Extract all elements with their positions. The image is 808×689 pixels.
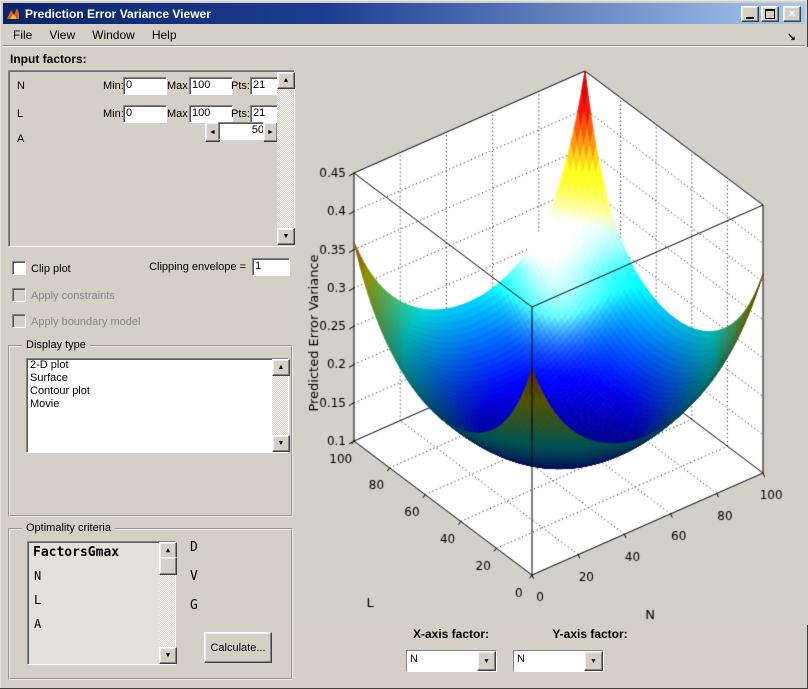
display-type-option[interactable]: Contour plot (27, 385, 288, 398)
apply-boundary-checkbox (12, 314, 26, 328)
scroll-up-button[interactable]: ▲ (277, 72, 295, 89)
close-icon: × (789, 9, 795, 19)
max-input[interactable]: 100 (189, 77, 233, 95)
close-button[interactable]: × (783, 6, 801, 22)
y-axis-factor-label: Y-axis factor: (530, 627, 650, 641)
display-type-option[interactable]: Movie (27, 398, 288, 411)
scroll-up-button[interactable]: ▲ (272, 359, 290, 376)
criterion-v-label: V (190, 569, 198, 584)
display-type-label: Display type (22, 339, 90, 351)
x-axis-factor-select[interactable]: N ▼ (406, 650, 497, 672)
scroll-down-icon: ▼ (283, 233, 290, 240)
optimality-factor[interactable]: L (34, 593, 41, 607)
max-label: Max (167, 80, 188, 92)
combo-arrow-icon: ▼ (483, 658, 490, 665)
factor-name: A (17, 133, 24, 145)
clipping-envelope-input[interactable]: 1 (252, 258, 290, 276)
right-arrow-icon: ► (267, 129, 274, 136)
min-label: Min: (103, 80, 124, 92)
pts-label: Pts: (231, 108, 250, 120)
max-label: Max (167, 108, 188, 120)
input-factors-label: Input factors: (10, 52, 87, 66)
optimality-criteria-group: Optimality criteria FactorsGmax N L A ▲ … (8, 528, 293, 680)
x-axis-factor-label: X-axis factor: (404, 627, 498, 641)
optimality-scrollbar[interactable]: ▲ ▼ (159, 542, 175, 664)
minimize-button[interactable] (741, 6, 759, 22)
display-type-option[interactable]: 2-D plot (27, 359, 288, 372)
menu-view[interactable]: View (42, 26, 82, 44)
min-input[interactable]: 0 (123, 77, 167, 95)
minimize-icon (746, 17, 754, 19)
display-type-group: Display type 2-D plot Surface Contour pl… (8, 345, 293, 517)
optimality-listbox: FactorsGmax N L A ▲ ▼ (27, 541, 176, 665)
y-axis-factor-select[interactable]: N ▼ (513, 650, 604, 672)
menu-window[interactable]: Window (85, 26, 142, 44)
slider-right-arrow[interactable]: ► (263, 122, 278, 142)
display-type-listbox: 2-D plot Surface Contour plot Movie ▲ ▼ (26, 358, 289, 453)
menu-file[interactable]: File (6, 26, 39, 44)
min-label: Min: (103, 108, 124, 120)
factor-name: N (17, 80, 25, 92)
y-axis-dropdown-button[interactable]: ▼ (584, 651, 603, 671)
scroll-down-icon: ▼ (278, 440, 285, 447)
max-input[interactable]: 100 (189, 105, 233, 123)
apply-boundary-label: Apply boundary model (31, 316, 140, 328)
scroll-up-icon: ▲ (283, 77, 290, 84)
scroll-up-icon: ▲ (166, 547, 170, 554)
calculate-button[interactable]: Calculate... (204, 632, 272, 663)
scroll-down-icon: ▼ (166, 652, 170, 659)
factor-name: L (17, 108, 23, 120)
scroll-up-icon: ▲ (278, 364, 285, 371)
display-type-option[interactable]: Surface (27, 372, 288, 385)
maximize-icon (765, 9, 775, 19)
matlab-icon (6, 7, 21, 21)
pts-input[interactable]: 21 (250, 77, 278, 95)
optimality-criteria-label: Optimality criteria (22, 522, 115, 534)
clip-plot-checkbox[interactable] (12, 261, 26, 275)
y-axis-factor-value[interactable]: N (514, 651, 586, 671)
x-axis-dropdown-button[interactable]: ▼ (477, 651, 496, 671)
pts-input[interactable]: 21 (250, 105, 278, 123)
clip-plot-label: Clip plot (31, 263, 71, 275)
optimality-factor[interactable]: A (34, 617, 41, 631)
title-bar: Prediction Error Variance Viewer × (3, 3, 805, 24)
apply-constraints-label: Apply constraints (31, 290, 115, 302)
dock-figure-icon[interactable]: ↘ (787, 31, 796, 44)
scroll-down-button[interactable]: ▼ (277, 228, 295, 245)
maximize-button[interactable] (761, 6, 779, 22)
slider-value[interactable]: 50 (218, 122, 267, 140)
optimality-factor[interactable]: N (34, 569, 41, 583)
menu-help[interactable]: Help (145, 26, 184, 44)
optimality-list-header: FactorsGmax (33, 545, 119, 560)
pev-viewer-window: Prediction Error Variance Viewer × File … (0, 0, 808, 689)
scroll-down-button[interactable]: ▼ (159, 647, 177, 664)
menu-bar: File View Window Help (3, 24, 805, 46)
clipping-envelope-label: Clipping envelope = (128, 261, 246, 273)
display-type-scrollbar[interactable]: ▲ ▼ (272, 359, 288, 452)
scroll-thumb[interactable] (159, 557, 177, 575)
pev-surface-plot (300, 47, 808, 625)
left-arrow-icon: ◄ (209, 129, 216, 136)
criterion-g-label: G (190, 598, 198, 613)
x-axis-factor-value[interactable]: N (407, 651, 479, 671)
scroll-down-button[interactable]: ▼ (272, 435, 290, 452)
criterion-d-label: D (190, 540, 198, 555)
window-title: Prediction Error Variance Viewer (25, 7, 211, 21)
min-input[interactable]: 0 (123, 105, 167, 123)
apply-constraints-checkbox (12, 288, 26, 302)
input-factors-scrollbar[interactable]: ▲ ▼ (277, 72, 293, 245)
input-factors-panel: N Min: 0 Max 100 Pts: 21 L Min: 0 Max 10… (8, 70, 295, 247)
combo-arrow-icon: ▼ (590, 658, 597, 665)
pts-label: Pts: (231, 80, 250, 92)
